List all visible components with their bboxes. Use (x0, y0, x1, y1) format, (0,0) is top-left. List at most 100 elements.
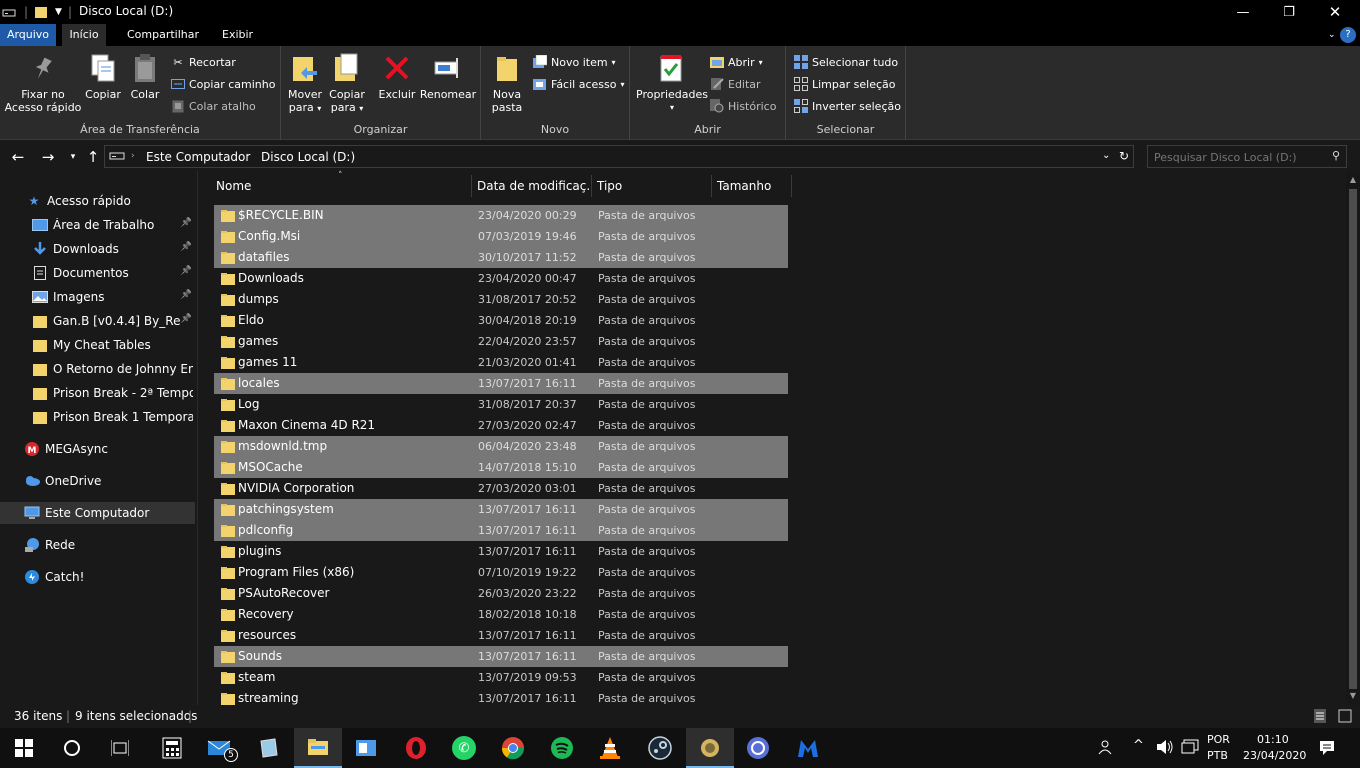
network-tray-icon[interactable] (1181, 739, 1199, 758)
nav-catch[interactable]: Catch! (0, 566, 195, 588)
scroll-up-arrow-icon[interactable]: ▲ (1346, 173, 1360, 187)
forward-arrow-icon[interactable]: → (39, 148, 57, 166)
tab-home[interactable]: Início (62, 24, 106, 46)
file-row[interactable]: Log 31/08/2017 20:37 Pasta de arquivos (214, 394, 788, 415)
properties-button[interactable]: Propriedades ▾ (634, 52, 710, 114)
refresh-icon[interactable]: ↻ (1119, 149, 1129, 163)
scrollbar-thumb[interactable] (1349, 189, 1357, 689)
taskbar-control-panel[interactable] (342, 728, 390, 768)
language-indicator-top[interactable]: POR (1207, 733, 1230, 746)
search-box[interactable]: ⚲ (1147, 145, 1347, 168)
cut-button[interactable]: ✂ Recortar (171, 53, 235, 71)
maximize-button[interactable]: ❐ (1266, 0, 1312, 24)
taskbar-mail[interactable]: 5 (196, 728, 244, 768)
pin-icon[interactable]: 📌 (181, 314, 192, 324)
nav-megasync[interactable]: M MEGAsync (0, 438, 195, 460)
move-to-button[interactable]: Mover para ▾ (285, 52, 325, 115)
pin-quick-access-button[interactable]: Fixar no Acesso rápido (4, 52, 82, 114)
file-row[interactable]: PSAutoRecover 26/03/2020 23:22 Pasta de ar… (214, 583, 788, 604)
show-hidden-icons-chevron-icon[interactable]: ^ (1133, 738, 1144, 753)
scroll-down-arrow-icon[interactable]: ▼ (1346, 689, 1360, 703)
up-arrow-icon[interactable]: ↑ (84, 148, 102, 166)
nav-quick-access-item[interactable]: Imagens 📌 (0, 286, 195, 308)
action-center-icon[interactable] (1319, 740, 1335, 759)
file-row[interactable]: Downloads 23/04/2020 00:47 Pasta de arquiv… (214, 268, 788, 289)
paste-shortcut-button[interactable]: Colar atalho (171, 97, 256, 115)
nav-quick-access-item[interactable]: My Cheat Tables (0, 334, 195, 356)
tab-file[interactable]: Arquivo (0, 24, 56, 46)
file-row[interactable]: NVIDIA Corporation 27/03/2020 03:01 Pasta … (214, 478, 788, 499)
pin-icon[interactable]: 📌 (181, 218, 192, 228)
taskbar-whatsapp[interactable]: ✆ (440, 728, 488, 768)
file-row[interactable]: steam 13/07/2019 09:53 Pasta de arquivos (214, 667, 788, 688)
nav-quick-access-item[interactable]: Prison Break 1 Temporada ( (0, 406, 195, 428)
nav-network[interactable]: Rede (0, 534, 195, 556)
copy-to-button[interactable]: Copiar para ▾ (327, 52, 367, 115)
quick-folder-icon[interactable] (34, 4, 48, 20)
language-indicator-bottom[interactable]: PTB (1207, 749, 1228, 762)
taskbar-opera[interactable] (392, 728, 440, 768)
nav-quick-access-item[interactable]: Downloads 📌 (0, 238, 195, 260)
invert-selection-button[interactable]: Inverter seleção (794, 97, 901, 115)
select-none-button[interactable]: Limpar seleção (794, 75, 895, 93)
file-row[interactable]: MSOCache 14/07/2018 15:10 Pasta de arquivo… (214, 457, 788, 478)
open-button[interactable]: Abrir ▾ (710, 53, 763, 71)
volume-icon[interactable] (1156, 739, 1174, 758)
task-view-button[interactable] (96, 728, 144, 768)
recent-locations-chevron-icon[interactable]: ▾ (64, 148, 82, 166)
nav-onedrive[interactable]: OneDrive (0, 470, 195, 492)
nav-quick-access-item[interactable]: Prison Break - 2ª Temporac (0, 382, 195, 404)
start-button[interactable] (0, 728, 48, 768)
tab-share[interactable]: Compartilhar (119, 24, 207, 46)
history-button[interactable]: Histórico (710, 97, 776, 115)
address-bar[interactable]: › Este Computador › Disco Local (D:) ⌄ ↻ (104, 145, 1134, 168)
file-row[interactable]: resources 13/07/2017 16:11 Pasta de arquiv… (214, 625, 788, 646)
breadcrumb-this-pc[interactable]: Este Computador (146, 150, 250, 164)
nav-quick-access-item[interactable]: Documentos 📌 (0, 262, 195, 284)
minimize-button[interactable]: — (1220, 0, 1266, 24)
search-input[interactable] (1154, 149, 1324, 165)
select-all-button[interactable]: Selecionar tudo (794, 53, 898, 71)
taskbar-game-app[interactable] (686, 728, 734, 768)
file-row[interactable]: pdlconfig 13/07/2017 16:11 Pasta de arquiv… (214, 520, 788, 541)
vertical-scrollbar[interactable]: ▲ ▼ (1346, 171, 1360, 705)
back-arrow-icon[interactable]: ← (9, 148, 27, 166)
quick-access-toolbar-dropdown[interactable]: ▼ (55, 4, 62, 20)
taskbar-file-explorer[interactable] (294, 728, 342, 768)
file-row[interactable]: Recovery 18/02/2018 10:18 Pasta de arquivo… (214, 604, 788, 625)
delete-button[interactable]: Excluir (378, 52, 416, 101)
file-row[interactable]: Program Files (x86) 07/10/2019 19:22 Pasta… (214, 562, 788, 583)
new-folder-button[interactable]: Nova pasta (487, 52, 527, 114)
search-icon[interactable]: ⚲ (1332, 149, 1340, 162)
file-row[interactable]: dumps 31/08/2017 20:52 Pasta de arquivos (214, 289, 788, 310)
clock-date[interactable]: 23/04/2020 (1243, 749, 1306, 762)
rename-button[interactable]: Renomear (419, 52, 477, 101)
file-row[interactable]: patchingsystem 13/07/2017 16:11 Pasta de a… (214, 499, 788, 520)
file-row[interactable]: locales 13/07/2017 16:11 Pasta de arquivos (214, 373, 788, 394)
file-row[interactable]: games 11 21/03/2020 01:41 Pasta de arquivo… (214, 352, 788, 373)
copy-path-button[interactable]: Copiar caminho (171, 75, 275, 93)
new-item-button[interactable]: Novo item ▾ (533, 53, 616, 71)
pin-icon[interactable]: 📌 (181, 242, 192, 252)
taskbar-malwarebytes[interactable] (784, 728, 832, 768)
taskbar-chrome[interactable] (489, 728, 537, 768)
column-header-size[interactable]: Tamanho (712, 175, 792, 197)
file-row[interactable]: Config.Msi 07/03/2019 19:46 Pasta de arqui… (214, 226, 788, 247)
details-view-icon[interactable] (1314, 709, 1326, 726)
nav-quick-access[interactable]: ★ Acesso rápido (0, 190, 195, 212)
file-row[interactable]: Sounds 13/07/2017 16:11 Pasta de arquivos (214, 646, 788, 667)
file-row[interactable]: Maxon Cinema 4D R21 27/03/2020 02:47 Pasta… (214, 415, 788, 436)
nav-this-pc[interactable]: Este Computador (0, 502, 195, 524)
clock-time[interactable]: 01:10 (1257, 733, 1289, 746)
file-row[interactable]: plugins 13/07/2017 16:11 Pasta de arquivos (214, 541, 788, 562)
help-icon[interactable]: ? (1340, 27, 1356, 43)
search-taskbar-button[interactable] (48, 728, 96, 768)
file-row[interactable]: Eldo 30/04/2018 20:19 Pasta de arquivos (214, 310, 788, 331)
close-button[interactable]: ✕ (1312, 0, 1358, 24)
taskbar-notepad[interactable] (244, 728, 292, 768)
edit-button[interactable]: Editar (710, 75, 761, 93)
file-row[interactable]: $RECYCLE.BIN 23/04/2020 00:29 Pasta de arq… (214, 205, 788, 226)
column-header-date[interactable]: Data de modificaç... (472, 175, 592, 197)
column-header-type[interactable]: Tipo (592, 175, 712, 197)
tab-view[interactable]: Exibir (214, 24, 261, 46)
